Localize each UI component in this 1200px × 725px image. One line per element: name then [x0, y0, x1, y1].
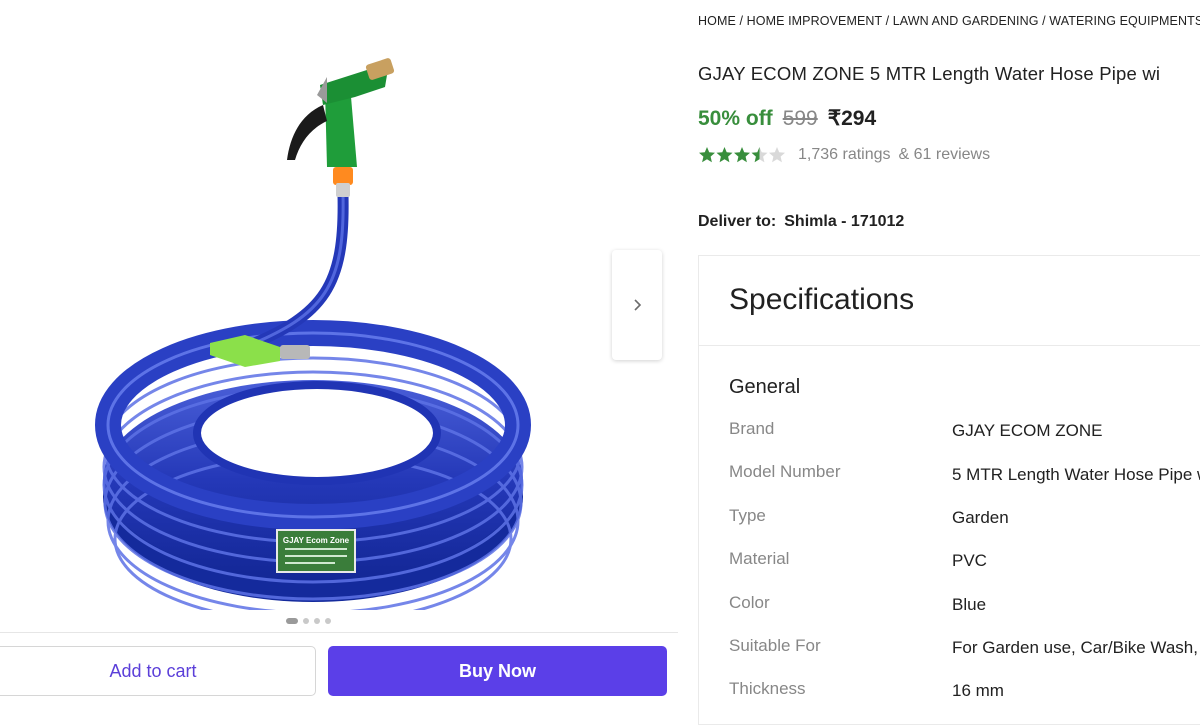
spec-key-suitable-for: Suitable For: [729, 636, 821, 655]
reviews-count[interactable]: & 61 reviews: [899, 146, 991, 164]
spec-value-material: PVC: [952, 551, 987, 570]
price-row: 50% off 599 ₹294: [698, 106, 876, 131]
carousel-dot-4[interactable]: [325, 618, 331, 624]
selling-price: ₹294: [827, 107, 877, 130]
product-title: GJAY ECOM ZONE 5 MTR Length Water Hose P…: [698, 63, 1161, 84]
next-image-button[interactable]: [612, 250, 662, 360]
chevron-right-icon: [634, 299, 642, 311]
spec-key-material: Material: [729, 549, 790, 568]
star-icons: [699, 147, 785, 163]
spec-value-thickness: 16 mm: [952, 681, 1004, 700]
spec-key-color: Color: [729, 593, 770, 612]
spec-key-thickness: Thickness: [729, 679, 806, 698]
ratings-count[interactable]: 1,736 ratings: [798, 146, 891, 164]
deliver-label: Deliver to:: [698, 213, 777, 230]
delivery-location[interactable]: Shimla - 171012: [784, 213, 904, 230]
spec-key-model-number: Model Number: [729, 462, 841, 481]
spec-value-suitable-for: For Garden use, Car/Bike Wash, l: [952, 638, 1200, 657]
spec-key-type: Type: [729, 506, 766, 525]
discount-badge: 50% off: [698, 107, 773, 130]
divider: [698, 345, 1200, 346]
spec-value-brand: GJAY ECOM ZONE: [952, 421, 1103, 440]
product-label-text: GJAY Ecom Zone: [283, 536, 350, 545]
product-image[interactable]: GJAY Ecom Zone: [95, 55, 535, 610]
spec-value-model-number: 5 MTR Length Water Hose Pipe w: [952, 465, 1200, 484]
divider: [0, 632, 678, 633]
add-to-cart-button[interactable]: Add to cart: [0, 646, 316, 696]
star-rating: [698, 146, 786, 164]
spec-value-type: Garden: [952, 508, 1009, 527]
rating-row[interactable]: 1,736 ratings & 61 reviews: [698, 146, 990, 164]
carousel-dot-3[interactable]: [314, 618, 320, 624]
spec-group-title: General: [729, 376, 801, 398]
carousel-dot-2[interactable]: [303, 618, 309, 624]
carousel-dot-1[interactable]: [286, 618, 298, 624]
buy-now-button[interactable]: Buy Now: [328, 646, 667, 696]
specifications-title: Specifications: [729, 283, 915, 316]
original-price: 599: [782, 107, 818, 130]
image-carousel-dots[interactable]: [286, 618, 331, 624]
breadcrumb[interactable]: HOME / HOME IMPROVEMENT / LAWN AND GARDE…: [698, 14, 1200, 28]
spec-key-brand: Brand: [729, 419, 775, 438]
spec-value-color: Blue: [952, 595, 987, 614]
delivery-info[interactable]: Deliver to: Shimla - 171012: [698, 213, 904, 231]
